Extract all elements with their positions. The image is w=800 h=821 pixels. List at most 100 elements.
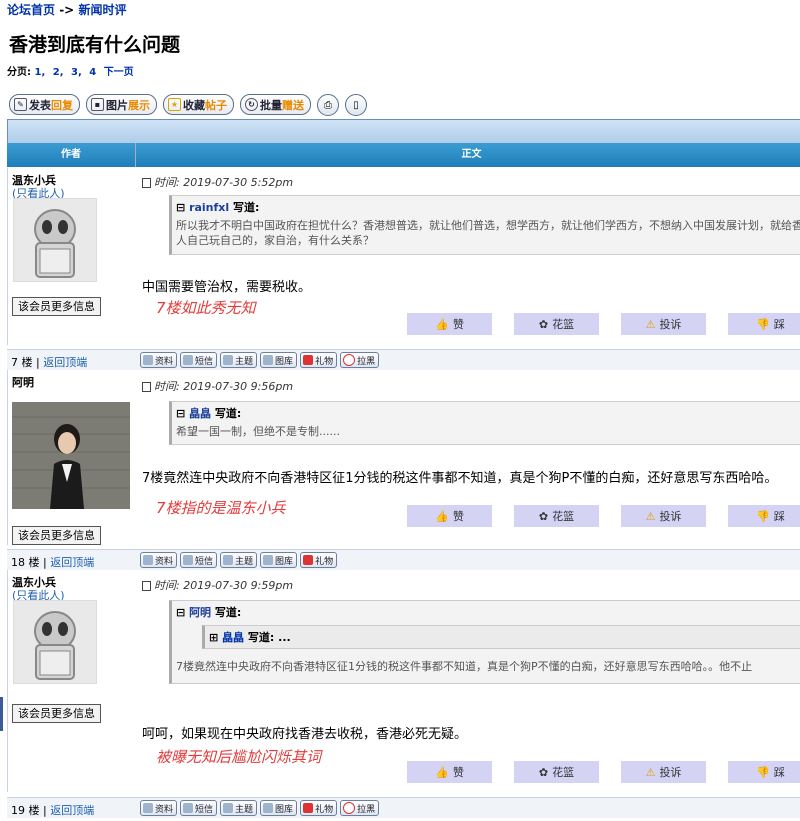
floor-info: 7 楼 | 返回顶端	[11, 354, 87, 370]
document-icon	[142, 178, 151, 188]
thumbs-down-icon: 👎	[756, 317, 770, 331]
time-label: 时间:	[154, 579, 180, 592]
profile-button[interactable]: 资料	[140, 552, 178, 568]
post-author[interactable]: 阿明	[12, 374, 34, 390]
back-to-top-link[interactable]: 返回顶端	[50, 804, 94, 817]
report-button[interactable]: ⚠ 投诉	[621, 505, 706, 527]
page-link-2[interactable]: 2,	[53, 67, 64, 78]
avatar	[13, 600, 97, 684]
next-page-link[interactable]: 下一页	[104, 67, 134, 78]
flower-basket-button[interactable]: ✿ 花篮	[514, 505, 599, 527]
quote-author-link[interactable]: rainfxl	[189, 201, 229, 214]
page-link-3[interactable]: 3,	[71, 67, 82, 78]
like-button[interactable]: 👍 赞	[407, 505, 492, 527]
dislike-button[interactable]: 👎 踩	[728, 761, 800, 783]
topics-button[interactable]: 主题	[220, 800, 258, 816]
post-footer: 7 楼 | 返回顶端 资料 短信 主题 图库 礼物 拉黑	[7, 349, 800, 370]
block-button[interactable]: 拉黑	[340, 352, 380, 368]
breadcrumb-section-link[interactable]: 新闻时评	[78, 3, 126, 17]
gift-button[interactable]: 礼物	[300, 800, 338, 816]
message-label: 短信	[195, 356, 214, 367]
message-button[interactable]: 短信	[180, 552, 218, 568]
profile-label: 资料	[155, 556, 174, 567]
favorite-accent: 帖子	[205, 98, 227, 112]
mobile-button[interactable]: ▯	[345, 94, 367, 116]
posts-table-header: 作者 正文	[7, 119, 800, 167]
back-to-top-link[interactable]: 返回顶端	[50, 556, 94, 569]
time-label: 时间:	[154, 176, 180, 189]
profile-label: 资料	[155, 804, 174, 815]
gallery-button[interactable]: 图库	[260, 552, 298, 568]
quote-text: 7楼竟然连中央政府不向香港特区征1分钱的税这件事都不知道，真是个狗P不懂的白痴，…	[176, 660, 753, 673]
page-link-4[interactable]: 4	[89, 67, 96, 78]
printer-icon: ⎙	[324, 99, 332, 111]
thumbs-up-icon: 👍	[435, 317, 449, 331]
gallery-button[interactable]: 图库	[260, 800, 298, 816]
quote-author-link[interactable]: 皛皛	[189, 407, 211, 420]
topics-icon	[223, 555, 234, 565]
flower-basket-button[interactable]: ✿ 花篮	[514, 761, 599, 783]
collapse-icon[interactable]: ⊟	[176, 407, 185, 420]
quote-block: ⊟ rainfxl 写道: 所以我才不明白中国政府在担忧什么？香港想普选，就让他…	[169, 195, 800, 255]
quote-text: 所以我才不明白中国政府在担忧什么？香港想普选，就让他们普选，想学西方，就让他们学…	[176, 219, 800, 247]
post-time: 时间: 2019-07-30 9:59pm	[142, 577, 293, 593]
like-button[interactable]: 👍 赞	[407, 761, 492, 783]
like-label: 赞	[452, 510, 464, 523]
favorite-post-button[interactable]: ★ 收藏 帖子	[163, 94, 234, 115]
post-footer: 18 楼 | 返回顶端 资料 短信 主题 图库 礼物	[7, 549, 800, 570]
dislike-button[interactable]: 👎 踩	[728, 313, 800, 335]
member-info-button[interactable]: 该会员更多信息	[12, 297, 101, 316]
flower-basket-button[interactable]: ✿ 花篮	[514, 313, 599, 335]
image-icon: ▪	[91, 98, 104, 111]
block-button[interactable]: 拉黑	[340, 800, 380, 816]
dislike-button[interactable]: 👎 踩	[728, 505, 800, 527]
back-to-top-link[interactable]: 返回顶端	[43, 356, 87, 369]
profile-button[interactable]: 资料	[140, 352, 178, 368]
favorite-label: 收藏	[183, 98, 205, 112]
topics-button[interactable]: 主题	[220, 352, 258, 368]
like-button[interactable]: 👍 赞	[407, 313, 492, 335]
expand-icon[interactable]: ⊞	[209, 631, 218, 644]
page-link-1[interactable]: 1,	[34, 67, 45, 78]
gallery-button[interactable]: 图库	[260, 352, 298, 368]
message-button[interactable]: 短信	[180, 352, 218, 368]
image-show-accent: 展示	[128, 98, 150, 112]
gift-icon	[303, 555, 314, 565]
floor-sep: 楼 |	[28, 556, 47, 569]
floor-sep: 楼 |	[21, 356, 40, 369]
post-reply-button[interactable]: ✎ 发表 回复	[9, 94, 80, 115]
post-body: 中国需要管治权，需要税收。	[142, 280, 312, 295]
quote-wrote: 写道:	[214, 606, 242, 619]
report-button[interactable]: ⚠ 投诉	[621, 761, 706, 783]
block-icon	[343, 354, 356, 366]
thumbs-up-icon: 👍	[435, 509, 449, 523]
collapse-icon[interactable]: ⊟	[176, 606, 185, 619]
collapse-icon[interactable]: ⊟	[176, 201, 185, 214]
breadcrumb-home-link[interactable]: 论坛首页	[7, 3, 55, 17]
topics-button[interactable]: 主题	[220, 552, 258, 568]
message-button[interactable]: 短信	[180, 800, 218, 816]
phone-icon: ▯	[353, 99, 359, 111]
gift-button[interactable]: 礼物	[300, 352, 338, 368]
report-button[interactable]: ⚠ 投诉	[621, 313, 706, 335]
image-show-button[interactable]: ▪ 图片 展示	[86, 94, 157, 115]
camera-icon	[263, 355, 274, 365]
member-info-button[interactable]: 该会员更多信息	[12, 526, 101, 545]
nested-quote-author-link[interactable]: 皛皛	[222, 631, 244, 644]
warning-icon: ⚠	[645, 509, 656, 523]
warning-icon: ⚠	[645, 765, 656, 779]
page-edge-marker	[0, 697, 3, 731]
pagination: 分页: 1, 2, 3, 4 下一页	[7, 63, 138, 78]
profile-icon	[143, 803, 153, 813]
quote-author-link[interactable]: 阿明	[189, 606, 211, 619]
like-label: 赞	[452, 766, 464, 779]
block-icon	[343, 802, 356, 814]
gift-button[interactable]: 礼物	[300, 552, 338, 568]
time-value: 2019-07-30 9:56pm	[183, 380, 294, 393]
batch-gift-button[interactable]: ↻ 批量 赠送	[240, 94, 311, 115]
member-info-button[interactable]: 该会员更多信息	[12, 704, 101, 723]
flower-label: 花篮	[552, 318, 575, 331]
batch-gift-accent: 赠送	[282, 98, 304, 112]
print-button[interactable]: ⎙	[317, 94, 339, 116]
profile-button[interactable]: 资料	[140, 800, 178, 816]
